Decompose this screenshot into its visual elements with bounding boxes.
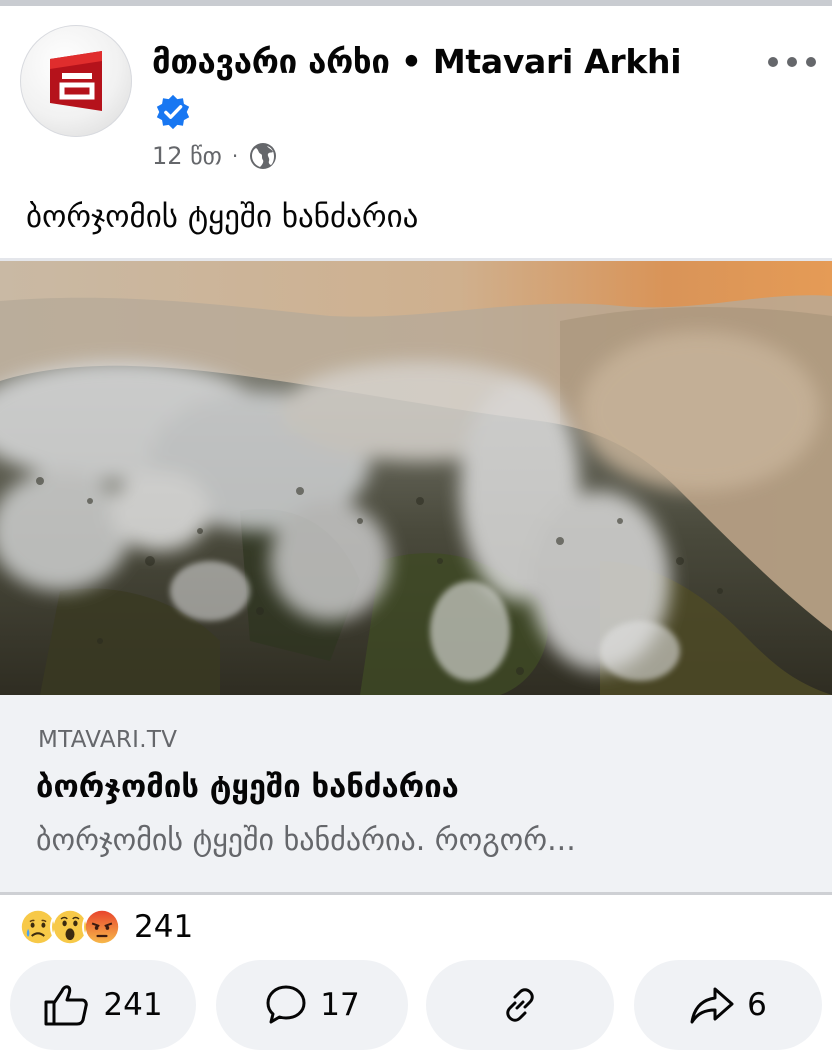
verified-badge-icon bbox=[156, 94, 190, 130]
more-options-button[interactable] bbox=[768, 48, 816, 76]
top-divider bbox=[0, 0, 832, 6]
share-button[interactable]: 6 bbox=[634, 960, 822, 1050]
thumbs-up-icon bbox=[44, 985, 89, 1026]
page-avatar[interactable] bbox=[20, 25, 132, 137]
reactions-summary[interactable]: 241 bbox=[18, 905, 193, 949]
more-dot bbox=[806, 57, 816, 67]
link-title: ბორჯომის ტყეში ხანძარია bbox=[36, 769, 459, 805]
comment-count: 17 bbox=[320, 987, 360, 1023]
more-dot bbox=[768, 57, 778, 67]
link-domain: MTAVARI.TV bbox=[38, 727, 178, 753]
share-count: 6 bbox=[747, 987, 767, 1023]
post-meta: 12 წთ · bbox=[152, 140, 278, 172]
share-arrow-icon bbox=[690, 987, 734, 1024]
page-name[interactable]: მთავარი არხი • Mtavari Arkhi bbox=[152, 40, 682, 84]
post-time[interactable]: 12 წთ bbox=[152, 142, 222, 170]
link-icon bbox=[506, 988, 534, 1022]
comment-button[interactable]: 17 bbox=[216, 960, 408, 1050]
like-count: 241 bbox=[103, 987, 163, 1023]
mtavari-logo-icon bbox=[50, 51, 102, 111]
globe-icon bbox=[250, 143, 277, 169]
link-preview[interactable]: MTAVARI.TV ბორჯომის ტყეში ხანძარია ბორჯო… bbox=[0, 695, 832, 895]
like-button[interactable]: 241 bbox=[10, 960, 196, 1050]
angry-reaction-icon bbox=[82, 907, 122, 947]
link-description: ბორჯომის ტყეში ხანძარია. როგორ... bbox=[36, 823, 576, 858]
meta-separator: · bbox=[231, 144, 239, 168]
more-dot bbox=[787, 57, 797, 67]
comment-icon bbox=[266, 985, 306, 1024]
copy-link-button[interactable] bbox=[426, 960, 614, 1050]
post-text: ბორჯომის ტყეში ხანძარია bbox=[26, 199, 419, 235]
forest-fire-photo bbox=[0, 261, 832, 695]
reaction-count: 241 bbox=[134, 909, 194, 945]
post-photo[interactable] bbox=[0, 258, 832, 695]
